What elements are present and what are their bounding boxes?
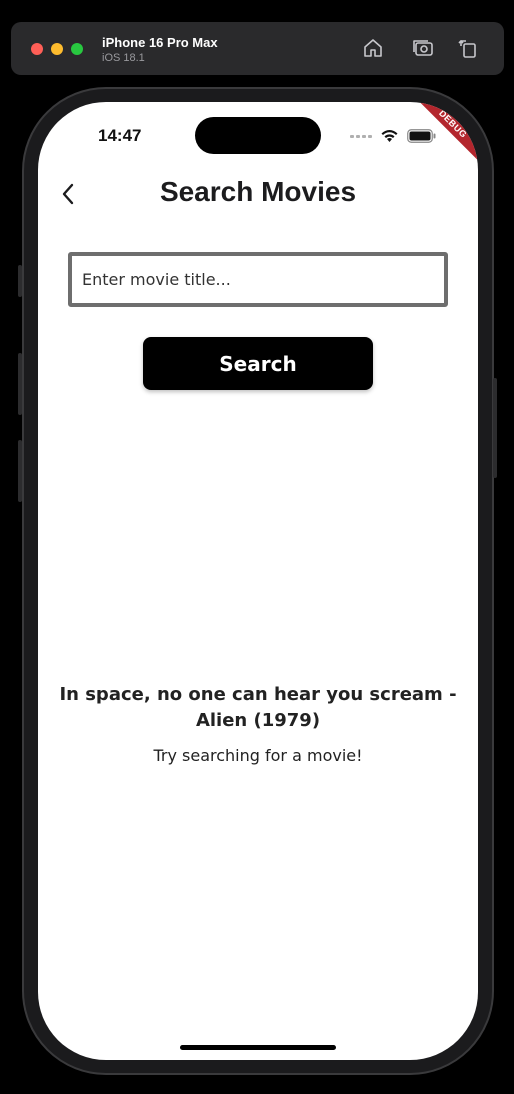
wifi-icon — [380, 129, 399, 143]
volume-up-button — [18, 353, 22, 415]
battery-icon — [407, 129, 436, 143]
action-button — [18, 265, 22, 297]
home-icon[interactable] — [361, 36, 385, 60]
simulator-toolbar: iPhone 16 Pro Max iOS 18.1 — [11, 22, 504, 75]
signal-icon — [350, 134, 372, 138]
device-name: iPhone 16 Pro Max — [102, 35, 218, 50]
status-time: 14:47 — [98, 126, 142, 145]
movie-quote: In space, no one can hear you scream - A… — [59, 684, 457, 731]
dynamic-island — [195, 117, 321, 154]
home-indicator[interactable] — [180, 1045, 336, 1050]
rotate-icon[interactable] — [456, 36, 480, 60]
screenshot-icon[interactable] — [411, 36, 435, 60]
zoom-window-button[interactable] — [71, 43, 83, 55]
close-window-button[interactable] — [31, 43, 43, 55]
page-title: Search Movies — [159, 176, 357, 207]
search-button[interactable]: Search — [143, 337, 373, 390]
minimize-window-button[interactable] — [51, 43, 63, 55]
empty-state-hint: Try searching for a movie! — [153, 746, 363, 765]
phone-screen: 14:47 DEBUG Search Movies Search I — [38, 102, 478, 1060]
search-input[interactable] — [68, 252, 448, 307]
os-version: iOS 18.1 — [102, 52, 145, 64]
status-icons — [350, 128, 436, 144]
power-button — [493, 378, 497, 478]
volume-down-button — [18, 440, 22, 502]
